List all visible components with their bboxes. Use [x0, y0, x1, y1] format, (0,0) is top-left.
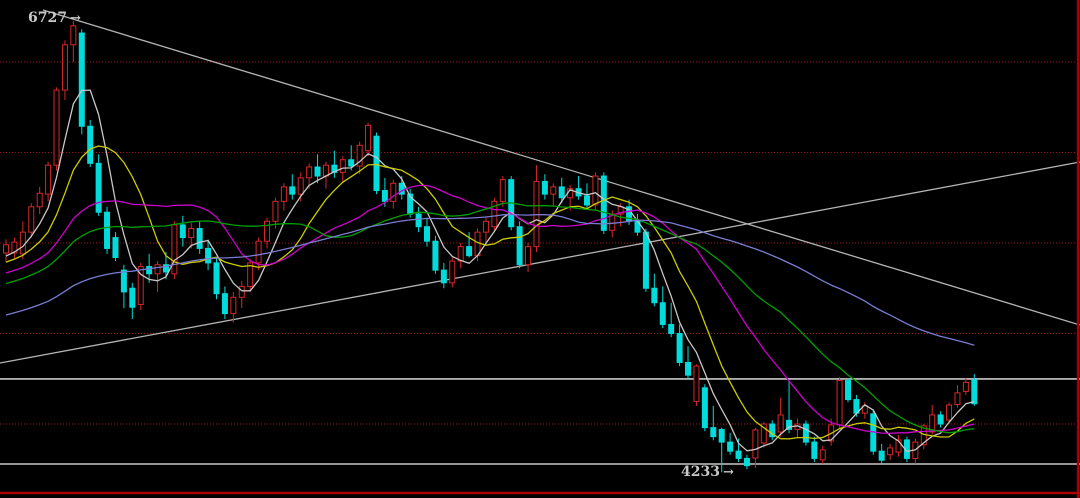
low-arrow-icon: →: [723, 466, 733, 479]
low-price-annotation: 4233→: [681, 465, 733, 479]
candlestick-chart-panel: 6727→ 4233→: [0, 0, 1080, 498]
grid-lines: [0, 62, 1080, 424]
high-price-label: 6727: [28, 11, 67, 25]
chart-canvas[interactable]: [0, 0, 1080, 498]
descending-resistance: [43, 10, 1080, 325]
ascending-support: [0, 162, 1080, 363]
ma10-line: [6, 146, 974, 439]
candles: [4, 21, 977, 472]
trend-lines: [0, 10, 1080, 363]
high-price-annotation: 6727→: [28, 11, 80, 25]
high-arrow-icon: →: [70, 12, 80, 25]
low-price-label: 4233: [681, 465, 720, 479]
